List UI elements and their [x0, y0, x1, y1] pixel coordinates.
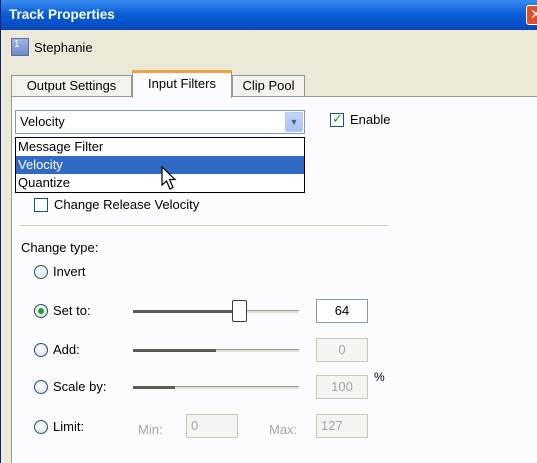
track-name: Stephanie: [34, 40, 93, 55]
tab-output-settings[interactable]: Output Settings: [11, 75, 132, 97]
window-title: Track Properties: [9, 7, 115, 22]
scale-by-value-field[interactable]: 100: [316, 375, 368, 399]
set-to-slider-fill: [133, 310, 239, 313]
checkmark-icon: ✓: [332, 111, 343, 126]
change-release-velocity-checkbox[interactable]: [34, 198, 48, 212]
scale-by-radio[interactable]: [34, 380, 48, 394]
set-to-slider-thumb[interactable]: [232, 300, 247, 322]
track-properties-window: Track Properties ✕ 1 Stephanie Output Se…: [0, 0, 537, 463]
close-icon: ✕: [530, 6, 537, 22]
add-radio[interactable]: [34, 343, 48, 357]
tab-input-filters[interactable]: Input Filters: [132, 70, 232, 98]
enable-label: Enable: [350, 112, 391, 127]
set-to-value-field[interactable]: 64: [316, 299, 368, 323]
mouse-pointer-icon: [161, 166, 177, 190]
percent-unit-label: %: [374, 370, 385, 384]
enable-checkbox[interactable]: ✓: [330, 111, 344, 127]
limit-radio[interactable]: [34, 420, 48, 434]
dropdown-option-velocity[interactable]: Velocity: [16, 156, 304, 174]
invert-label: Invert: [53, 264, 86, 279]
filter-type-select[interactable]: Velocity ▼: [15, 110, 305, 134]
set-to-label: Set to:: [53, 303, 91, 318]
scale-by-slider-fill: [133, 386, 175, 389]
change-release-velocity-label: Change Release Velocity: [54, 197, 200, 212]
dropdown-option-quantize[interactable]: Quantize: [16, 174, 304, 192]
chevron-down-icon[interactable]: ▼: [285, 112, 303, 132]
add-label: Add:: [53, 342, 80, 357]
scale-by-label: Scale by:: [53, 379, 107, 394]
add-value-field[interactable]: 0: [316, 338, 368, 362]
limit-label: Limit:: [53, 419, 85, 434]
tab-clip-pool[interactable]: Clip Pool: [232, 75, 305, 97]
filter-type-dropdown[interactable]: Message Filter Velocity Quantize: [15, 137, 305, 193]
invert-radio[interactable]: [34, 265, 48, 279]
limit-max-label: Max:: [269, 422, 298, 437]
close-button[interactable]: ✕: [526, 5, 537, 25]
track-number-badge: 1: [11, 38, 29, 56]
filter-type-value: Velocity: [20, 114, 65, 129]
change-type-label: Change type:: [21, 240, 99, 255]
limit-max-field[interactable]: 127: [316, 414, 368, 438]
set-to-slider[interactable]: [133, 310, 299, 313]
scale-by-slider[interactable]: [133, 386, 299, 389]
separator: [19, 225, 389, 227]
add-slider-fill: [133, 349, 216, 352]
title-bar[interactable]: Track Properties ✕: [1, 0, 537, 30]
limit-min-field[interactable]: 0: [186, 414, 238, 438]
limit-min-label: Min:: [138, 422, 163, 437]
dropdown-option-message-filter[interactable]: Message Filter: [16, 138, 304, 156]
radio-selected-dot: [38, 308, 44, 314]
add-slider[interactable]: [133, 349, 299, 352]
set-to-radio[interactable]: [34, 304, 48, 318]
